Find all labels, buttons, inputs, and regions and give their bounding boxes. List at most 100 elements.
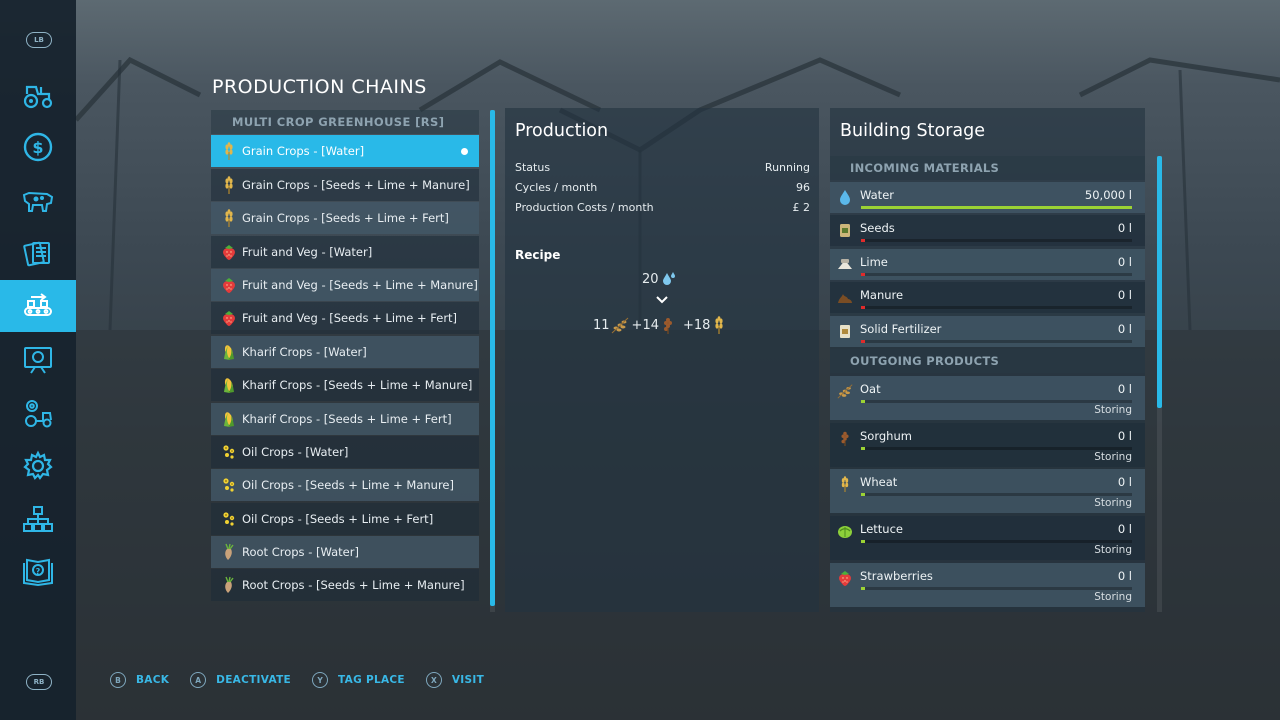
cow-icon [22,191,54,212]
sidebar-item-vehicles[interactable] [0,68,76,120]
outgoing-product-row: Strawberries 0 l Storing [830,562,1145,607]
chain-item-label: Grain Crops - [Seeds + Lime + Manure] [242,177,470,192]
y-button-icon: Y [312,672,329,688]
chain-item[interactable]: Oil Crops - [Water] [211,435,479,468]
svg-text:$: $ [32,138,43,157]
product-mode[interactable]: Storing [1094,544,1132,556]
chain-item-label: Kharif Crops - [Seeds + Lime + Manure] [242,378,473,393]
chain-item[interactable]: Root Crops - [Seeds + Lime + Manure] [211,569,479,602]
recipe-label: Recipe [515,248,561,262]
fertilizer-icon [836,322,854,340]
product-mode[interactable]: Storing [1094,451,1132,463]
lime-icon [836,255,854,273]
chain-item[interactable]: Fruit and Veg - [Seeds + Lime + Manure] [211,268,479,301]
fill-level-bar [861,446,1132,450]
page-title: PRODUCTION CHAINS [212,76,427,98]
chain-item-label: Fruit and Veg - [Water] [242,244,373,259]
material-name: Solid Fertilizer [860,321,942,336]
sidebar-item-hierarchy[interactable] [0,493,76,545]
flower-icon [219,509,239,529]
sidebar-item-settings[interactable] [0,440,76,492]
active-indicator-icon [461,147,468,155]
chain-item-label: Kharif Crops - [Water] [242,344,367,359]
tractor-icon [23,85,53,109]
lb-button-hint[interactable]: LB [26,32,52,48]
deactivate-label: DEACTIVATE [216,674,292,686]
costs-label: Production Costs / month [515,201,654,214]
production-chain-list: MULTI CROP GREENHOUSE [RS][LARGE] Grain … [211,110,479,612]
sidebar-item-finances[interactable]: $ [0,121,76,173]
sidebar-item-garage[interactable] [0,387,76,439]
material-name: Manure [860,288,904,303]
sidebar-item-production[interactable] [0,280,76,332]
storage-scrollbar[interactable] [1157,156,1162,612]
deactivate-button[interactable]: A DEACTIVATE [190,672,291,688]
rb-button-hint[interactable]: RB [26,674,52,690]
chain-item[interactable]: Grain Crops - [Seeds + Lime + Manure] [211,168,479,201]
product-amount: 0 l [1117,428,1132,443]
product-mode[interactable]: Storing [1094,497,1132,509]
chain-list-scrollbar[interactable] [490,110,495,612]
chain-list-scroll-thumb[interactable] [490,110,495,606]
lettuce-icon [836,522,854,540]
fill-level-bar [861,493,1132,497]
button-hints-bar: B BACK A DEACTIVATE Y TAG PLACE X VISIT [110,672,505,688]
sidebar-item-animals[interactable] [0,174,76,226]
incoming-material-row: Water 50,000 l [830,182,1145,213]
fill-level-bar [861,206,1132,209]
fill-level-bar [861,540,1132,544]
material-amount: 0 l [1117,254,1132,269]
cycles-row: Cycles / month 96 [515,181,810,194]
chain-item[interactable]: Root Crops - [Water] [211,536,479,569]
sidebar-item-tutorials[interactable] [0,334,76,386]
chain-item-label: Root Crops - [Seeds + Lime + Manure] [242,578,465,593]
chain-item[interactable]: Fruit and Veg - [Water] [211,235,479,268]
product-name: Lettuce [860,522,903,537]
sorghum-icon [836,429,854,447]
chain-item[interactable]: Oil Crops - [Seeds + Lime + Manure] [211,469,479,502]
product-mode[interactable]: Storing [1094,404,1132,416]
storage-title: Building Storage [840,121,986,141]
root-icon [219,542,239,562]
hierarchy-icon [23,506,53,532]
wheat-icon [715,316,724,334]
chain-item-label: Root Crops - [Water] [242,545,359,560]
x-button-icon: X [425,672,442,688]
b-button-icon: B [110,672,126,688]
costs-value: £ 2 [792,201,811,214]
wheat-icon [836,475,854,493]
chain-item[interactable]: Grain Crops - [Water] [211,135,479,168]
chain-item-label: Fruit and Veg - [Seeds + Lime + Manure] [242,277,478,292]
dollar-icon: $ [23,132,53,162]
chevron-down-icon [656,296,668,304]
status-label: Status [515,161,551,174]
visit-button[interactable]: X VISIT [425,672,484,688]
grain-icon [219,208,239,228]
chain-item[interactable]: Grain Crops - [Seeds + Lime + Fert] [211,202,479,235]
chain-item-label: Oil Crops - [Water] [242,444,349,459]
material-amount: 0 l [1117,321,1132,336]
chain-item[interactable]: Kharif Crops - [Seeds + Lime + Manure] [211,369,479,402]
back-button[interactable]: B BACK [110,672,169,688]
oat-icon [836,382,854,400]
outgoing-products-header: OUTGOING PRODUCTS [830,349,1145,373]
product-amount: 0 l [1117,382,1132,396]
fill-level-bar [861,272,1132,276]
storage-scroll-thumb[interactable] [1157,156,1162,408]
help-book-icon: ? [23,558,53,587]
grain-icon [219,141,239,161]
root-icon [219,575,239,595]
manure-icon [836,288,854,306]
chain-item[interactable]: Oil Crops - [Seeds + Lime + Fert] [211,502,479,535]
tag-place-label: TAG PLACE [338,674,405,686]
flower-icon [219,442,239,462]
chain-item[interactable]: Kharif Crops - [Water] [211,335,479,368]
sidebar-item-contracts[interactable] [0,227,76,279]
sidebar-item-help[interactable]: ? [0,546,76,598]
product-name: Wheat [860,475,898,490]
product-mode[interactable]: Storing [1094,591,1132,603]
chain-item[interactable]: Kharif Crops - [Seeds + Lime + Fert] [211,402,479,435]
chain-item[interactable]: Fruit and Veg - [Seeds + Lime + Fert] [211,302,479,335]
tag-place-button[interactable]: Y TAG PLACE [312,672,405,688]
chain-item-label: Oil Crops - [Seeds + Lime + Manure] [242,478,454,493]
